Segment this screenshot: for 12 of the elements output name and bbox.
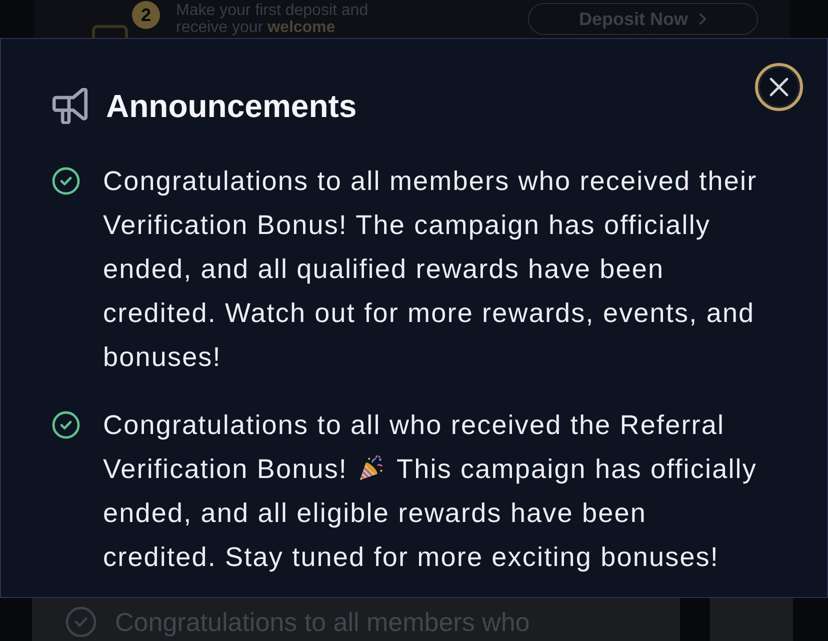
check-circle-icon bbox=[52, 167, 80, 195]
check-circle-icon bbox=[52, 411, 80, 439]
close-icon bbox=[769, 77, 789, 97]
close-button[interactable] bbox=[755, 63, 803, 111]
check-circle-icon bbox=[65, 606, 97, 638]
step-badge: 2 bbox=[132, 1, 160, 29]
chevron-icon bbox=[698, 12, 707, 26]
announcement-text: Congratulations to all members who received their Verification Bonus! The campaign has officially ended, and all qualified rewards have been credited. Watch out for more rewards, events, and bonuses! bbox=[103, 165, 758, 374]
dialog-title: Announcements bbox=[106, 87, 357, 125]
party-popper-icon bbox=[358, 454, 384, 482]
megaphone-icon bbox=[52, 88, 88, 124]
announcement-text: Congratulations to all who received the Referral Verification Bonus! This campaign has officially ended, and all eligible rewards have been credited. Stay tuned for more exciting bonuses! bbox=[103, 409, 758, 574]
